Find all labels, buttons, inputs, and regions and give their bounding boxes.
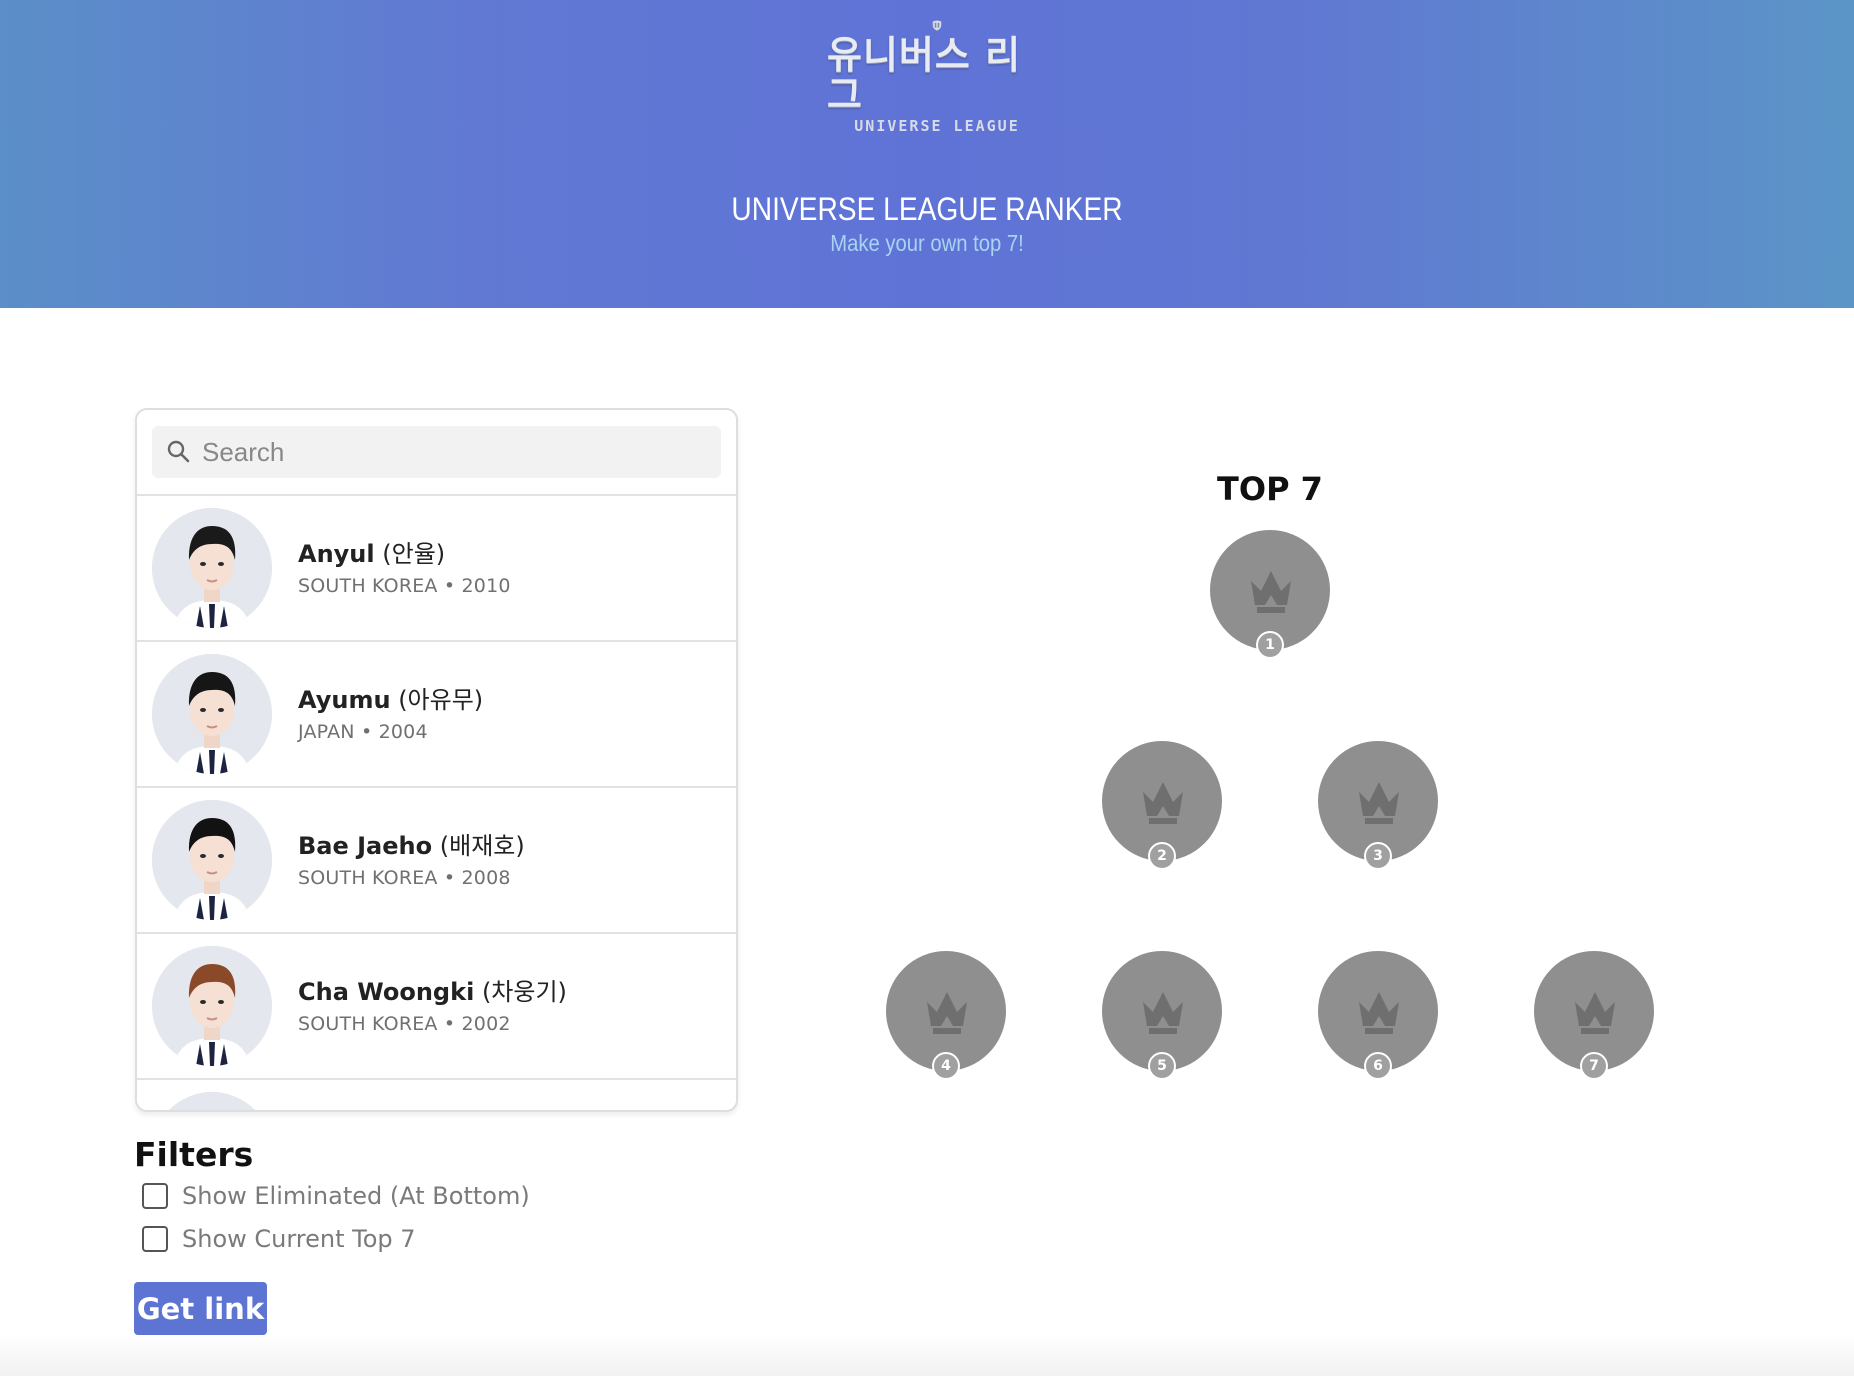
trainee-meta: SOUTH KOREA • 2008 <box>298 867 511 889</box>
checkbox-label: Show Eliminated (At Bottom) <box>182 1182 530 1210</box>
trainee-avatar <box>152 654 272 774</box>
search-icon <box>167 440 190 463</box>
rank-slot-5[interactable]: 5 <box>1102 951 1222 1080</box>
crown-icon <box>1359 782 1399 824</box>
rank-slot-6[interactable]: 6 <box>1318 951 1438 1080</box>
trainee-list[interactable]: Anyul (안율) SOUTH KOREA • 2010 Ayumu (아유무… <box>137 496 736 1110</box>
rank-number-badge: 3 <box>1364 842 1392 870</box>
trainee-name: Anyul <box>298 540 375 568</box>
rank-number-badge: 1 <box>1256 631 1284 659</box>
crown-icon <box>1143 992 1183 1034</box>
checkbox-label: Show Current Top 7 <box>182 1225 416 1253</box>
rank-number-badge: 7 <box>1580 1052 1608 1080</box>
page-subtitle: Make your own top 7! <box>830 230 1024 256</box>
show-current-top-checkbox[interactable]: Show Current Top 7 <box>142 1225 416 1253</box>
trainee-info: Anyul (안율) SOUTH KOREA • 2010 <box>298 539 511 597</box>
trainee-meta: SOUTH KOREA • 2002 <box>298 1013 511 1035</box>
filters-heading: Filters <box>134 1135 254 1174</box>
trainee-avatar <box>152 508 272 628</box>
crown-icon <box>1359 992 1399 1034</box>
footer-fade <box>0 1335 1854 1376</box>
trainee-list-card: Anyul (안율) SOUTH KOREA • 2010 Ayumu (아유무… <box>135 408 738 1112</box>
trainee-name: Bae Jaeho <box>298 832 433 860</box>
portrait-image <box>152 946 272 1066</box>
trainee-avatar <box>152 800 272 920</box>
trainee-korean-name: (아유무) <box>398 686 484 714</box>
trainee-avatar <box>152 946 272 1066</box>
rank-slot-1[interactable]: 1 <box>1210 530 1330 659</box>
trainee-info: Cha Woongki (차웅기) SOUTH KOREA • 2002 <box>298 977 567 1035</box>
checkbox-box[interactable] <box>142 1183 168 1209</box>
trainee-meta: JAPAN • 2004 <box>298 721 428 743</box>
portrait-image <box>152 1092 272 1110</box>
rank-slot-2[interactable]: 2 <box>1102 741 1222 870</box>
crown-icon <box>1575 992 1615 1034</box>
portrait-image <box>152 654 272 774</box>
rank-slot-7[interactable]: 7 <box>1534 951 1654 1080</box>
checkbox-box[interactable] <box>142 1226 168 1252</box>
top-seven-heading: TOP 7 <box>1217 470 1323 508</box>
page-title: UNIVERSE LEAGUE RANKER <box>731 191 1123 227</box>
rank-number-badge: 5 <box>1148 1052 1176 1080</box>
shield-logo-icon <box>932 20 942 31</box>
trainee-row[interactable]: Bae Jaeho (배재호) SOUTH KOREA • 2008 <box>137 788 736 934</box>
search-container <box>137 410 736 496</box>
portrait-image <box>152 800 272 920</box>
trainee-avatar <box>152 1092 272 1110</box>
logo-english-text: UNIVERSE LEAGUE <box>854 117 1020 135</box>
trainee-meta: SOUTH KOREA • 2010 <box>298 575 511 597</box>
trainee-korean-name: (배재호) <box>439 832 525 860</box>
rank-number-badge: 6 <box>1364 1052 1392 1080</box>
trainee-info: Ayumu (아유무) JAPAN • 2004 <box>298 685 483 743</box>
crown-icon <box>927 992 967 1034</box>
universe-league-logo: 유니버스 리그 UNIVERSE LEAGUE <box>827 20 1047 135</box>
show-eliminated-checkbox[interactable]: Show Eliminated (At Bottom) <box>142 1182 530 1210</box>
get-link-button[interactable]: Get link <box>134 1282 267 1335</box>
trainee-name: Ayumu <box>298 686 391 714</box>
header-banner: 유니버스 리그 UNIVERSE LEAGUE UNIVERSE LEAGUE … <box>0 0 1854 308</box>
rank-number-badge: 2 <box>1148 842 1176 870</box>
crown-icon <box>1143 782 1183 824</box>
search-box <box>152 426 721 478</box>
trainee-row[interactable]: Ayumu (아유무) JAPAN • 2004 <box>137 642 736 788</box>
trainee-info: Bae Jaeho (배재호) SOUTH KOREA • 2008 <box>298 831 525 889</box>
portrait-image <box>152 508 272 628</box>
crown-icon <box>1251 571 1291 613</box>
search-input[interactable] <box>202 436 682 468</box>
rank-slot-3[interactable]: 3 <box>1318 741 1438 870</box>
trainee-name: Cha Woongki <box>298 978 475 1006</box>
trainee-row[interactable]: Anyul (안율) SOUTH KOREA • 2010 <box>137 496 736 642</box>
trainee-korean-name: (차웅기) <box>481 978 567 1006</box>
logo-korean-text: 유니버스 리그 <box>827 33 1022 117</box>
trainee-row[interactable]: Cha Woongki (차웅기) SOUTH KOREA • 2002 <box>137 934 736 1080</box>
rank-number-badge: 4 <box>932 1052 960 1080</box>
trainee-row[interactable] <box>137 1080 736 1110</box>
rank-slot-4[interactable]: 4 <box>886 951 1006 1080</box>
trainee-korean-name: (안율) <box>382 540 446 568</box>
